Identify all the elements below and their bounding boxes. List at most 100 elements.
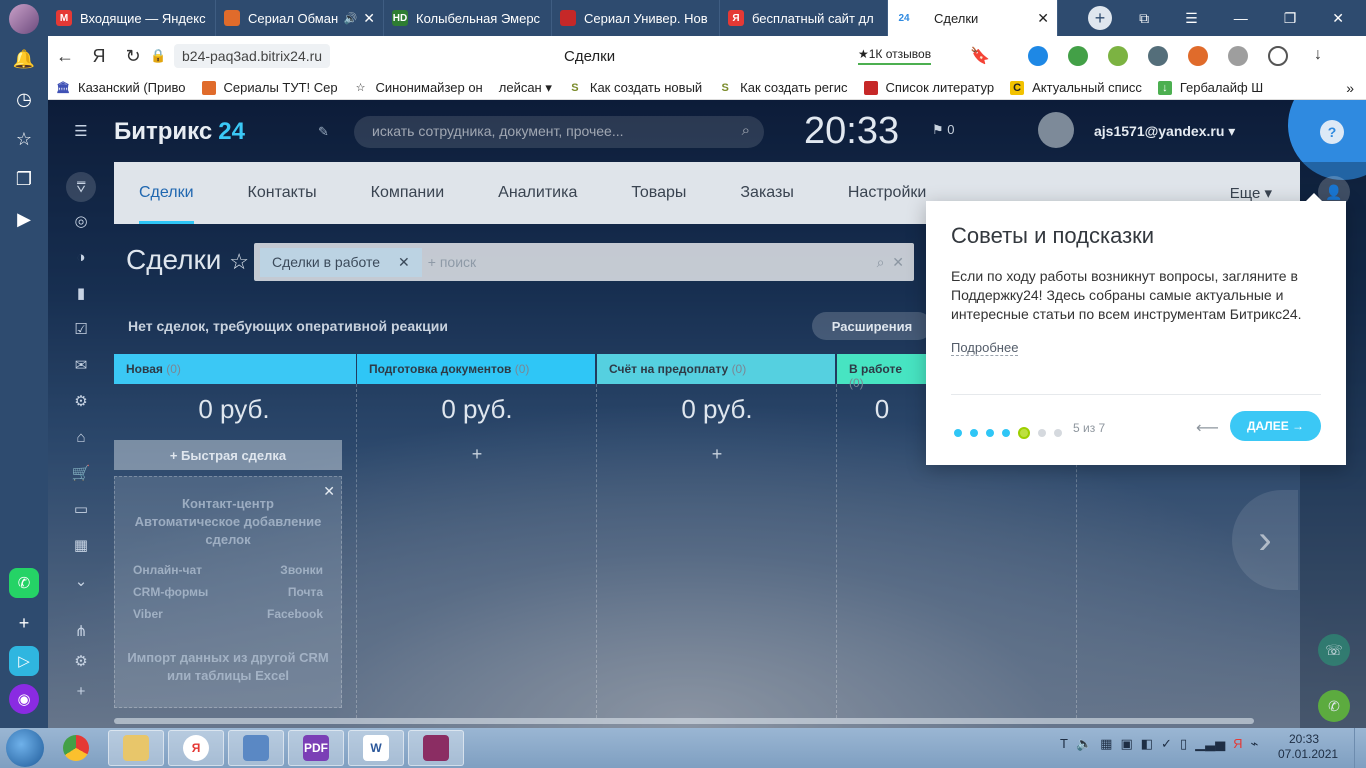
reload-icon[interactable]: ↻ [116,46,150,67]
tab-settings[interactable]: Настройки [848,162,926,224]
teams-tray-icon[interactable]: T [1060,736,1068,752]
add-icon[interactable]: + [70,680,92,702]
viber-link[interactable]: Viber [133,607,163,621]
tab-mail[interactable]: M Входящие — Яндекс [48,0,216,36]
close-tab-icon[interactable]: ✕ [363,10,375,27]
scroll-right-icon[interactable]: › [1232,490,1298,590]
back-icon[interactable]: ← [48,46,82,67]
collections-icon[interactable]: ❐ [9,164,39,194]
yandex-icon[interactable]: Я [82,46,116,67]
mail-link[interactable]: Почта [288,585,323,599]
horizontal-scrollbar[interactable] [114,718,1254,724]
stage-header[interactable]: Подготовка документов (0) [357,354,595,384]
call-icon[interactable]: ✆ [1318,690,1350,722]
signal-tray-icon[interactable]: ▁▃▅ [1195,736,1225,752]
pager-dot[interactable] [1002,429,1010,437]
more-menu-button[interactable]: Еще ▾ [1230,184,1272,202]
tray-app-icon[interactable]: ▦ [1100,736,1112,752]
bookmark-item[interactable]: S Как создать регис [710,80,855,95]
cart-icon[interactable]: 🛒 [70,462,92,484]
menu-hamburger-icon[interactable]: ☰ [70,120,92,142]
restore-icon[interactable]: ❐ [1284,10,1297,27]
bell-icon[interactable]: 🔔 [9,44,39,74]
close-icon[interactable]: ✕ [323,483,335,500]
calls-link[interactable]: Звонки [280,563,323,577]
star-icon[interactable]: ☆ [229,249,249,274]
shield-ext-icon[interactable] [1068,46,1088,66]
user-name[interactable]: ajs1571@yandex.ru ▾ [1094,123,1235,140]
add-deal-icon[interactable]: + [597,444,837,465]
bookmark-item[interactable]: 🏛 Казанский (Приво [48,80,194,95]
whatsapp-icon[interactable]: ✆ [9,568,39,598]
pdf-taskbar-app[interactable]: PDF [288,730,344,766]
winrar-taskbar-app[interactable] [408,730,464,766]
audio-icon[interactable]: 🔊 [344,12,358,25]
bookmark-item[interactable]: Сериалы ТУТ! Сер [194,80,346,95]
download-icon[interactable]: ↓ [1308,46,1328,66]
tab-deals[interactable]: Сделки [139,162,194,224]
translate-ext-icon[interactable] [1028,46,1048,66]
tab-free-site[interactable]: Я бесплатный сайт дл [720,0,888,36]
checkbox-icon[interactable]: ☑ [70,318,92,340]
yandex-tray-icon[interactable]: Я [1233,736,1242,752]
mail-icon[interactable]: ✉ [70,354,92,376]
fox-ext-icon[interactable] [1188,46,1208,66]
pager-dot[interactable] [954,429,962,437]
quick-deal-button[interactable]: + Быстрая сделка [114,440,342,470]
tab-univer[interactable]: Сериал Универ. Нов [552,0,720,36]
search-icon[interactable]: ⌕ [742,122,750,139]
grid-icon[interactable]: ▦ [70,534,92,556]
pager-dot[interactable] [970,429,978,437]
chrome-taskbar-app[interactable] [48,730,104,766]
more-bookmarks-icon[interactable]: » [1346,80,1366,96]
tab-products[interactable]: Товары [631,162,686,224]
import-link[interactable]: Импорт данных из другой CRM или таблицы … [115,649,341,685]
alice-icon[interactable]: ◉ [9,684,39,714]
show-desktop-button[interactable] [1354,728,1366,768]
tab-analytics[interactable]: Аналитика [498,162,577,224]
bookmark-item[interactable]: S Как создать новый [560,80,710,95]
tab-companies[interactable]: Компании [371,162,445,224]
pager-dot[interactable] [1054,429,1062,437]
calendar-icon[interactable]: ▭ [70,498,92,520]
filter-bar[interactable]: Сделки в работе ✕ + поиск ⌕ ✕ [254,243,914,281]
tray-clock[interactable]: 20:33 07.01.2021 [1278,732,1338,762]
control-panel-taskbar-app[interactable] [228,730,284,766]
tray-app-icon[interactable]: ◧ [1141,736,1153,752]
chat-link[interactable]: Онлайн-чат [133,563,202,577]
extensions-button[interactable]: Расширения [812,312,932,340]
history-icon[interactable]: ◷ [9,84,39,114]
office-ext-icon[interactable] [1268,46,1288,66]
refresh-ext-icon[interactable] [1108,46,1128,66]
pager-dot[interactable] [986,429,994,437]
bookmark-icon[interactable]: 🔖 [970,46,990,66]
video-icon[interactable]: ▶ [9,204,39,234]
crm-forms-link[interactable]: CRM-формы [133,585,208,599]
tab-orders[interactable]: Заказы [740,162,793,224]
network-tray-icon[interactable]: ⌁ [1250,736,1258,752]
tray-app-icon[interactable]: ✓ [1161,736,1172,752]
stage-header[interactable]: Счёт на предоплату (0) [597,354,835,384]
add-app-icon[interactable]: + [9,608,39,638]
chevron-down-icon[interactable]: ⌄ [70,570,92,592]
remove-filter-icon[interactable]: ✕ [398,254,410,271]
bookmark-item[interactable]: ↓ Гербалайф Ш [1150,80,1271,95]
search-input[interactable]: искать сотрудника, документ, прочее... ⌕ [354,116,764,148]
close-tab-icon[interactable]: ✕ [1037,10,1049,27]
start-button[interactable] [6,729,44,767]
bookmark-folder[interactable]: лейсан ▾ [491,80,560,96]
next-button[interactable]: ДАЛЕЕ → [1230,411,1321,441]
bitrix-logo[interactable]: Битрикс 24 [114,118,245,146]
url-field[interactable]: b24-paq3ad.bitrix24.ru [174,44,331,68]
reviews-badge[interactable]: ★1К отзывов [858,47,932,65]
tab-serial-obman[interactable]: Сериал Обман 🔊 ✕ [216,0,384,36]
stage-header[interactable]: В работе (0) [837,354,927,390]
explorer-taskbar-app[interactable] [108,730,164,766]
back-arrow-icon[interactable]: ⟵ [1196,418,1219,438]
bookmark-item[interactable]: C Актуальный списс [1002,80,1150,95]
flag-counter[interactable]: ⚑ 0 [932,122,955,138]
pager-dot[interactable] [1038,429,1046,437]
volume-tray-icon[interactable]: 🔈 [1076,736,1092,752]
new-tab-button[interactable]: + [1088,6,1112,30]
settings-icon[interactable]: ⚙ [70,650,92,672]
